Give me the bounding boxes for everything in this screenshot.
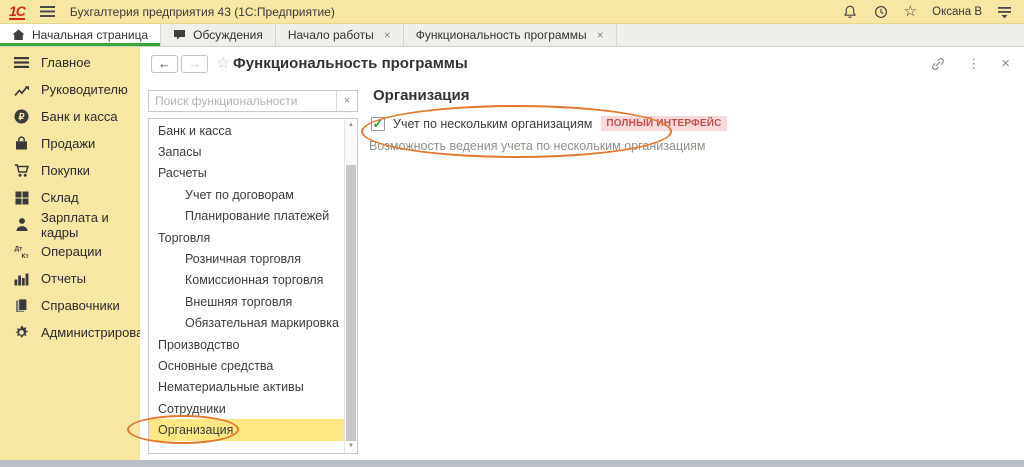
- sidebar-item-spravochniki[interactable]: Справочники: [0, 292, 140, 319]
- list-item[interactable]: Учет по договорам: [149, 184, 344, 205]
- titlebar: 1С Бухгалтерия предприятия 43 (1С:Предпр…: [0, 0, 1024, 24]
- tab-program-functionality[interactable]: Функциональность программы ×: [404, 24, 617, 46]
- favorites-star-icon[interactable]: ☆: [904, 4, 917, 19]
- list-item[interactable]: Банк и касса: [149, 120, 344, 141]
- more-menu-icon[interactable]: ⋮: [967, 57, 980, 71]
- app-window: 1С Бухгалтерия предприятия 43 (1С:Предпр…: [0, 0, 1024, 467]
- tab-label: Начало работы: [288, 28, 374, 42]
- sidebar: Главное Руководителю ₽ Банк и касса Прод…: [0, 47, 140, 460]
- forward-button[interactable]: →: [181, 55, 208, 73]
- back-button[interactable]: ←: [151, 55, 178, 73]
- sidebar-item-label: Банк и касса: [41, 109, 118, 124]
- list-item[interactable]: Запасы: [149, 141, 344, 162]
- history-icon[interactable]: [873, 4, 889, 20]
- sidebar-item-prodazhi[interactable]: Продажи: [0, 130, 140, 157]
- 1c-logo: 1С: [9, 4, 25, 20]
- search-clear-icon[interactable]: ×: [336, 91, 357, 111]
- app-title: Бухгалтерия предприятия 43 (1С:Предприят…: [70, 5, 335, 19]
- sidebar-item-label: Справочники: [41, 298, 120, 313]
- tab-discussions[interactable]: Обсуждения: [161, 24, 276, 46]
- notifications-bell-icon[interactable]: [842, 4, 858, 20]
- search-input[interactable]: [149, 91, 336, 111]
- sidebar-item-pokupki[interactable]: Покупки: [0, 157, 140, 184]
- sidebar-item-label: Операции: [41, 244, 102, 259]
- list-item[interactable]: Розничная торговля: [149, 248, 344, 269]
- sidebar-item-glavnoe[interactable]: Главное: [0, 49, 140, 76]
- sidebar-item-label: Продажи: [41, 136, 95, 151]
- service-menu-icon[interactable]: [997, 5, 1012, 19]
- multi-org-option: ✓ Учет по нескольким организациям ПОЛНЫЙ…: [371, 116, 727, 131]
- sidebar-item-label: Покупки: [41, 163, 90, 178]
- sidebar-item-administrirovanie[interactable]: Администрирование: [0, 319, 140, 346]
- sidebar-item-operatsii[interactable]: ДтКт Операции: [0, 238, 140, 265]
- sidebar-item-otchety[interactable]: Отчеты: [0, 265, 140, 292]
- sidebar-item-bank-i-kassa[interactable]: ₽ Банк и касса: [0, 103, 140, 130]
- list-item[interactable]: Обязательная маркировка: [149, 313, 344, 334]
- sidebar-item-sklad[interactable]: Склад: [0, 184, 140, 211]
- tab-home-page[interactable]: Начальная страница: [0, 24, 161, 46]
- tab-label: Функциональность программы: [416, 28, 587, 42]
- section-heading: Организация: [373, 87, 470, 104]
- trend-icon: [13, 81, 30, 98]
- person-icon: [13, 216, 30, 233]
- full-interface-badge: ПОЛНЫЙ ИНТЕРФЕЙС: [601, 116, 726, 131]
- favorite-star-icon[interactable]: ☆: [216, 55, 230, 73]
- tab-label: Обсуждения: [193, 28, 263, 42]
- sidebar-item-label: Отчеты: [41, 271, 86, 286]
- tab-getting-started[interactable]: Начало работы ×: [276, 24, 404, 46]
- scrollbar-thumb[interactable]: [346, 165, 356, 441]
- list-item[interactable]: Внешняя торговля: [149, 291, 344, 312]
- tab-close-icon[interactable]: ×: [384, 28, 391, 42]
- svg-text:₽: ₽: [18, 112, 25, 123]
- scroll-up-icon[interactable]: ▲: [345, 119, 357, 131]
- scroll-down-icon[interactable]: ▼: [345, 440, 357, 452]
- list-item[interactable]: Производство: [149, 334, 344, 355]
- sidebar-item-label: Руководителю: [41, 82, 128, 97]
- home-icon: [12, 29, 25, 41]
- sidebar-item-label: Зарплата и кадры: [41, 210, 140, 240]
- chat-icon: [173, 29, 186, 41]
- list-item[interactable]: Сотрудники: [149, 398, 344, 419]
- sections-icon: [13, 54, 30, 71]
- list-item-selected[interactable]: Организация: [149, 419, 344, 440]
- list-item[interactable]: Нематериальные активы: [149, 377, 344, 398]
- main-menu-icon[interactable]: [40, 5, 55, 18]
- functionality-list: Банк и касса Запасы Расчеты Учет по дого…: [148, 118, 358, 454]
- book-icon: [13, 297, 30, 314]
- sidebar-item-rukovoditelyu[interactable]: Руководителю: [0, 76, 140, 103]
- sidebar-item-zarplata-i-kadry[interactable]: Зарплата и кадры: [0, 211, 140, 238]
- bag-icon: [13, 135, 30, 152]
- svg-text:Дт: Дт: [14, 246, 22, 253]
- list-item[interactable]: Планирование платежей: [149, 206, 344, 227]
- cart-icon: [13, 162, 30, 179]
- ruble-icon: ₽: [13, 108, 30, 125]
- tab-label: Начальная страница: [32, 28, 148, 42]
- search-box: ×: [148, 90, 358, 112]
- current-user[interactable]: Оксана В: [932, 6, 982, 18]
- multi-org-description: Возможность ведения учета по нескольким …: [369, 139, 705, 153]
- close-form-icon[interactable]: ×: [1001, 57, 1010, 71]
- main-content: ← → ☆ Функциональность программы ⋮ × × Б…: [140, 47, 1024, 460]
- multi-org-label[interactable]: Учет по нескольким организациям: [393, 117, 592, 131]
- list-item[interactable]: Торговля: [149, 227, 344, 248]
- tab-close-icon[interactable]: ×: [597, 28, 604, 42]
- list-item[interactable]: Основные средства: [149, 355, 344, 376]
- list-item[interactable]: Расчеты: [149, 163, 344, 184]
- sidebar-item-label: Склад: [41, 190, 79, 205]
- dtkt-icon: ДтКт: [13, 243, 30, 260]
- gear-icon: [13, 324, 30, 341]
- tabbar: Начальная страница Обсуждения Начало раб…: [0, 24, 1024, 47]
- sidebar-item-label: Главное: [41, 55, 91, 70]
- list-item[interactable]: Комиссионная торговля: [149, 270, 344, 291]
- window-bottom-edge: [0, 460, 1024, 467]
- page-title: Функциональность программы: [233, 55, 468, 72]
- svg-text:Кт: Кт: [21, 253, 28, 259]
- warehouse-icon: [13, 189, 30, 206]
- barchart-icon: [13, 270, 30, 287]
- multi-org-checkbox[interactable]: ✓: [371, 117, 385, 131]
- scrollbar[interactable]: ▲ ▼: [344, 119, 357, 453]
- link-icon[interactable]: [930, 56, 946, 72]
